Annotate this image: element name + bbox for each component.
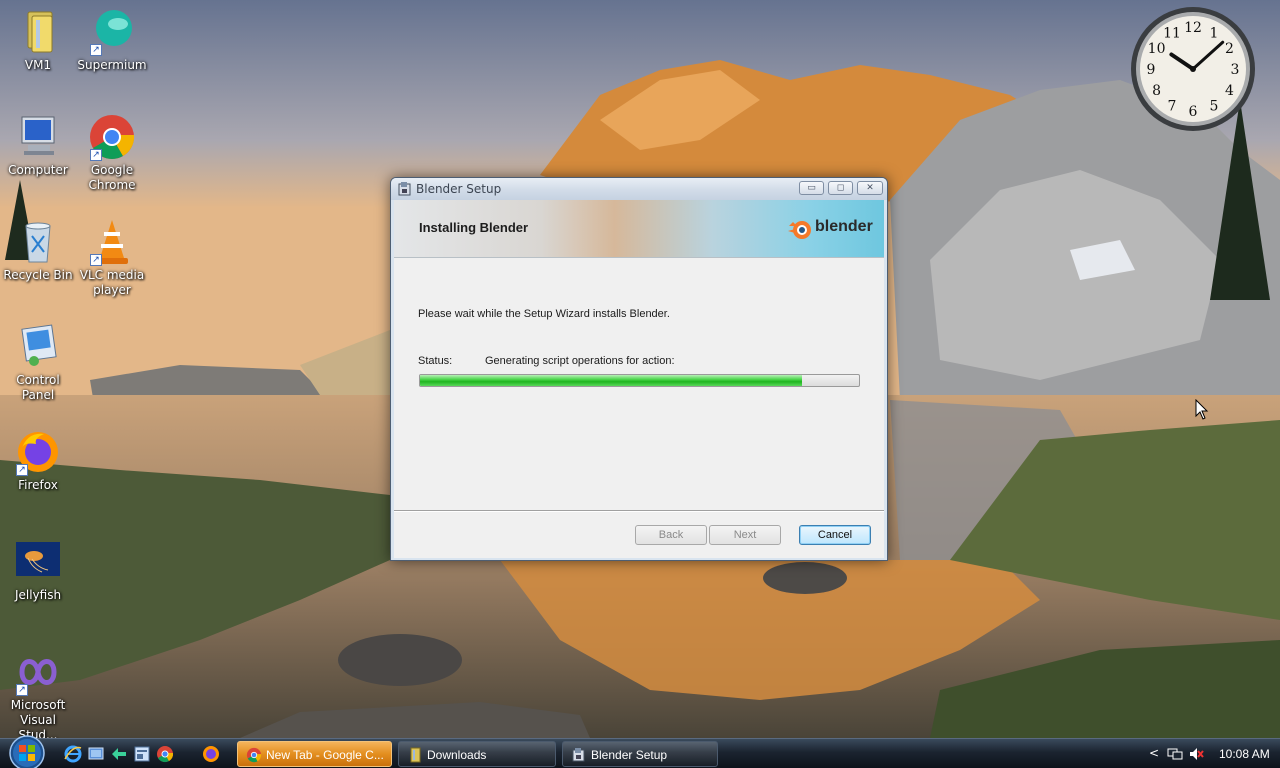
minimize-icon: ▭ — [807, 183, 816, 193]
status-label: Status: — [418, 355, 453, 367]
shortcut-arrow-icon: ↗ — [90, 254, 102, 266]
close-icon: ✕ — [866, 183, 874, 193]
clock-number: 6 — [1189, 104, 1198, 120]
blender-logo-icon — [788, 221, 811, 239]
clock-gadget[interactable]: 12 12 3 45678 9 1011 — [1130, 6, 1256, 132]
desktop-icon-label: Supermium — [77, 58, 147, 72]
close-button[interactable]: ✕ — [857, 181, 883, 195]
system-tray: < 10:08 AM — [1140, 739, 1280, 768]
clock-number: 10 — [1148, 41, 1166, 57]
clock-number: 11 — [1163, 26, 1181, 42]
setup-app-icon — [398, 182, 411, 196]
shortcut-arrow-icon: ↗ — [16, 684, 28, 696]
firefox-quicklaunch-icon[interactable] — [202, 745, 220, 763]
desktop-icon-label: Computer — [8, 163, 68, 177]
blender-logo-text: blender — [815, 218, 873, 235]
switch-windows-icon[interactable] — [110, 745, 128, 763]
shortcut-arrow-icon: ↗ — [16, 464, 28, 476]
taskbar: New Tab - Google C... Downloads Blender … — [0, 735, 1280, 768]
maximize-button[interactable]: ◻ — [828, 181, 853, 195]
clock-number: 2 — [1225, 41, 1234, 57]
setup-app-icon — [572, 748, 585, 762]
vlc-icon: ↗ — [88, 218, 136, 266]
taskbar-button-chrome[interactable]: New Tab - Google C... — [237, 741, 392, 767]
desktop-icon-computer[interactable]: Computer — [0, 113, 76, 178]
back-button[interactable]: Back — [635, 525, 707, 545]
minimize-button[interactable]: ▭ — [799, 181, 824, 195]
mouse-pointer-icon — [1195, 399, 1209, 420]
next-button[interactable]: Next — [709, 525, 781, 545]
desktop-icon-label: Microsoft Visual Stud... — [10, 698, 66, 738]
clock-number: 5 — [1210, 98, 1219, 114]
desktop-icon-vm1[interactable]: VM1 — [0, 8, 76, 73]
clock-number: 12 — [1184, 20, 1202, 36]
visual-studio-icon: ↗ — [14, 648, 62, 696]
taskbar-button-label: Blender Setup — [591, 748, 668, 762]
desktop-icon-label: Google Chrome — [88, 163, 136, 192]
network-icon[interactable] — [1167, 746, 1183, 762]
desktop-icon-label: Recycle Bin — [3, 268, 73, 282]
maximize-icon: ◻ — [836, 183, 845, 193]
explorer-icon[interactable] — [133, 745, 151, 763]
status-value: Generating script operations for action: — [485, 355, 675, 367]
desktop-icon-visual-studio[interactable]: ↗ Microsoft Visual Stud... — [0, 648, 76, 738]
chrome-quicklaunch-icon[interactable] — [156, 745, 174, 763]
desktop-icon-jellyfish[interactable]: Jellyfish — [0, 538, 76, 603]
desktop: VM1 ↗ Supermium Computer ↗ Google Chrome… — [0, 0, 1280, 738]
desktop-icon-label: VM1 — [24, 58, 52, 72]
clock-number: 1 — [1210, 26, 1219, 42]
taskbar-button-label: New Tab - Google C... — [266, 748, 384, 762]
desktop-icon-control-panel[interactable]: Control Panel — [0, 323, 76, 403]
control-panel-icon — [14, 323, 62, 371]
show-desktop-icon[interactable] — [87, 745, 105, 763]
supermium-icon: ↗ — [88, 8, 136, 56]
install-progress-bar — [419, 374, 860, 387]
desktop-icon-label: Firefox — [18, 478, 58, 492]
desktop-icon-firefox[interactable]: ↗ Firefox — [0, 428, 76, 493]
chrome-icon — [246, 747, 262, 763]
desktop-icon-supermium[interactable]: ↗ Supermium — [74, 8, 150, 73]
install-progress-fill — [420, 375, 802, 386]
clock-number: 3 — [1231, 62, 1240, 78]
folder-icon — [410, 747, 421, 763]
jellyfish-icon — [14, 538, 62, 586]
clock-number: 7 — [1168, 98, 1177, 114]
desktop-icon-label: Control Panel — [16, 373, 60, 402]
firefox-icon: ↗ — [14, 428, 62, 476]
volume-muted-icon[interactable] — [1188, 746, 1204, 762]
start-button[interactable] — [6, 735, 48, 768]
desktop-icon-vlc[interactable]: ↗ VLC media player — [74, 218, 150, 298]
clock-number: 8 — [1152, 83, 1161, 99]
window-title: Blender Setup — [416, 182, 502, 196]
blender-logo: blender — [787, 216, 877, 242]
ie-icon[interactable] — [64, 745, 82, 763]
blender-setup-window: Blender Setup ▭ ◻ ✕ Installing Blender b… — [390, 177, 888, 561]
desktop-icon-label: Jellyfish — [14, 588, 62, 602]
shortcut-arrow-icon: ↗ — [90, 149, 102, 161]
tray-clock[interactable]: 10:08 AM — [1219, 747, 1270, 761]
cancel-button[interactable]: Cancel — [799, 525, 871, 545]
desktop-icon-google-chrome[interactable]: ↗ Google Chrome — [74, 113, 150, 193]
clock-number: 9 — [1147, 62, 1156, 78]
wait-message: Please wait while the Setup Wizard insta… — [418, 308, 670, 320]
desktop-icon-recycle-bin[interactable]: Recycle Bin — [0, 218, 76, 283]
taskbar-button-label: Downloads — [427, 748, 487, 762]
taskbar-button-blender-setup[interactable]: Blender Setup — [562, 741, 718, 767]
show-hidden-icons-chevron[interactable]: < — [1149, 746, 1159, 760]
taskbar-button-downloads[interactable]: Downloads — [398, 741, 556, 767]
title-bar[interactable]: Blender Setup ▭ ◻ ✕ — [391, 178, 887, 200]
footer-divider — [394, 510, 884, 512]
setup-banner: Installing Blender blender — [394, 200, 884, 258]
clock-number: 4 — [1225, 83, 1234, 99]
banner-title: Installing Blender — [419, 220, 529, 235]
chrome-icon: ↗ — [88, 113, 136, 161]
desktop-icon-label: VLC media player — [79, 268, 145, 297]
shortcut-arrow-icon: ↗ — [90, 44, 102, 56]
computer-icon — [14, 113, 62, 161]
recycle-bin-icon — [14, 218, 62, 266]
folder-icon — [14, 8, 62, 56]
setup-client-area: Installing Blender blender Please wait w… — [394, 200, 884, 558]
